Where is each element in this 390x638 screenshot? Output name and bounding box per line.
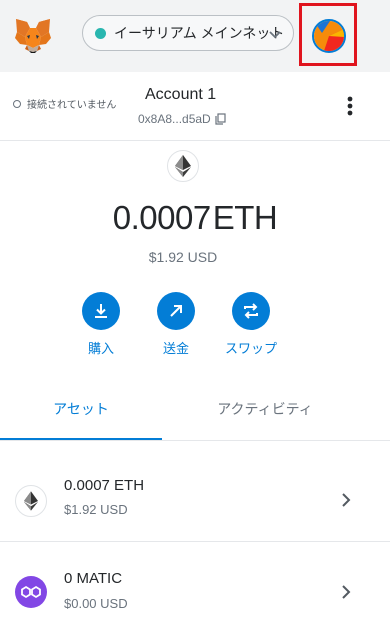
account-name: Account 1 bbox=[145, 86, 217, 103]
list-item-eth[interactable]: 0.0007 ETH $1.92 USD bbox=[0, 459, 390, 542]
asset-amount: 0.0007 ETH bbox=[64, 477, 145, 494]
asset-fiat: $1.92 USD bbox=[64, 502, 128, 517]
account-address-button[interactable]: 0x8A8...d5aD bbox=[138, 112, 226, 126]
buy-label: 購入 bbox=[87, 341, 114, 356]
tab-assets[interactable]: アセット bbox=[0, 386, 162, 440]
send-label: 送金 bbox=[162, 341, 189, 356]
asset-activity-tabs: アセット アクティビティ bbox=[0, 386, 390, 441]
metamask-fox-icon[interactable] bbox=[13, 15, 53, 55]
chevron-down-icon bbox=[268, 27, 282, 41]
chevron-right-icon bbox=[340, 492, 352, 508]
app-header: イーサリアム メインネット bbox=[0, 0, 390, 72]
send-button[interactable]: 送金 bbox=[141, 292, 211, 358]
network-status-dot bbox=[95, 27, 106, 39]
balance-amount: 0.0007ETH bbox=[0, 199, 390, 237]
account-avatar-highlight bbox=[299, 3, 357, 66]
connection-status-dot-icon bbox=[13, 99, 21, 108]
swap-button[interactable]: スワップ bbox=[216, 292, 286, 358]
connection-status-label: 接続されていません bbox=[27, 100, 117, 111]
kebab-menu-icon[interactable] bbox=[346, 95, 354, 117]
network-selector[interactable]: イーサリアム メインネット bbox=[82, 15, 294, 51]
copy-icon bbox=[215, 113, 226, 125]
asset-amount: 0 MATIC bbox=[64, 570, 123, 587]
ethereum-icon bbox=[15, 485, 47, 517]
ethereum-icon bbox=[167, 150, 199, 182]
chevron-right-icon bbox=[340, 584, 352, 600]
buy-icon bbox=[82, 292, 120, 330]
buy-button[interactable]: 購入 bbox=[66, 292, 136, 358]
account-bar: 接続されていません Account 1 0x8A8...d5aD bbox=[0, 72, 390, 141]
balance-value: 0.0007 bbox=[112, 199, 211, 236]
network-label: イーサリアム メインネット bbox=[114, 25, 285, 41]
account-avatar-icon[interactable] bbox=[312, 19, 346, 53]
balance-fiat: $1.92 USD bbox=[148, 249, 218, 265]
action-buttons: 購入 送金 スワップ bbox=[0, 292, 390, 362]
swap-icon bbox=[232, 292, 270, 330]
send-icon bbox=[157, 292, 195, 330]
asset-fiat: $0.00 USD bbox=[64, 596, 128, 611]
list-item-matic[interactable]: 0 MATIC $0.00 USD bbox=[0, 542, 390, 638]
polygon-icon bbox=[15, 576, 47, 608]
tab-activity[interactable]: アクティビティ bbox=[180, 386, 350, 438]
balance-unit: ETH bbox=[212, 199, 278, 236]
connection-status[interactable]: 接続されていません bbox=[13, 96, 116, 111]
account-address: 0x8A8...d5aD bbox=[138, 112, 211, 126]
swap-label: スワップ bbox=[224, 341, 277, 356]
